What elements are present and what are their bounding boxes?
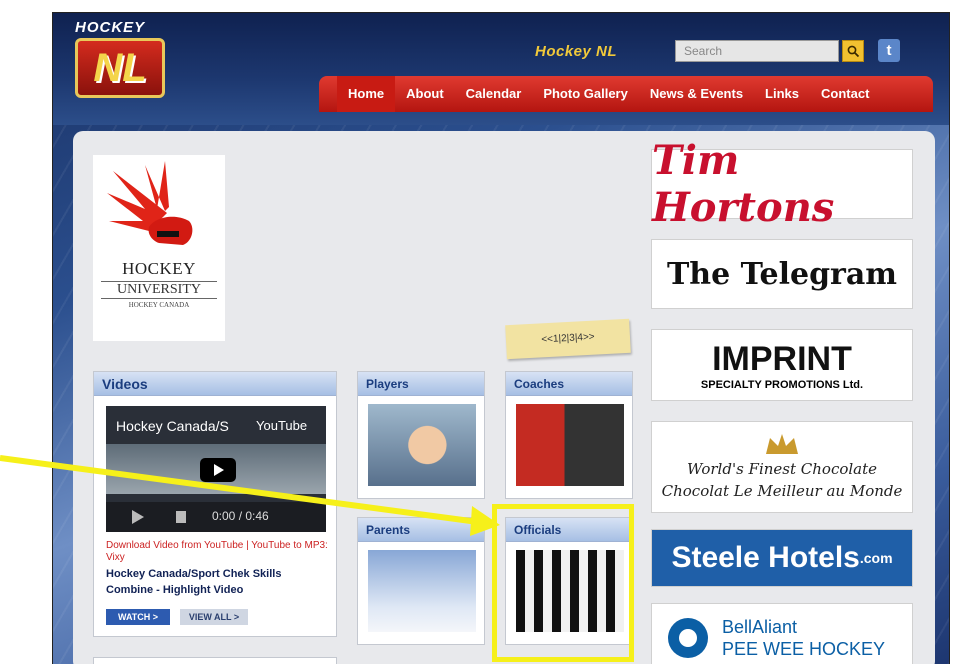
callout-arrow (0, 455, 500, 536)
